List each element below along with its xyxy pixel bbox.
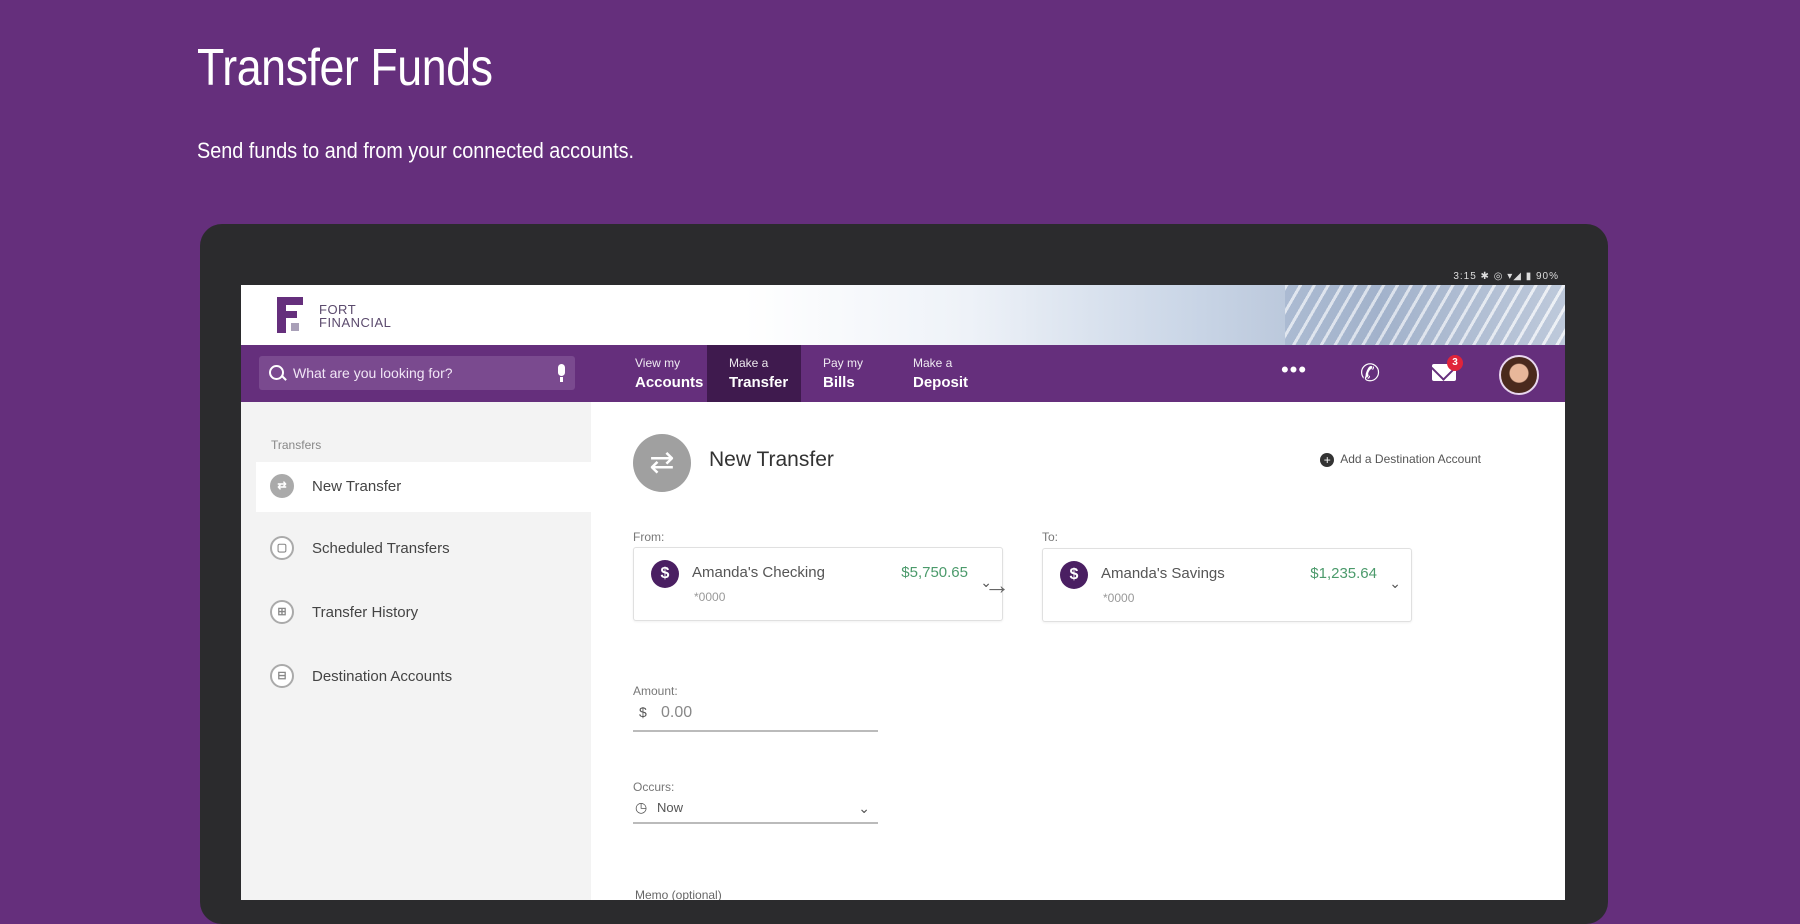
sidebar-item-new-transfer[interactable]: ⇄ New Transfer bbox=[256, 462, 591, 512]
amount-label: Amount: bbox=[633, 684, 678, 698]
from-account-balance: $5,750.65 bbox=[901, 564, 968, 581]
nav-deposit-label: Deposit bbox=[913, 374, 969, 391]
occurs-select[interactable]: ◷ Now ⌄ bbox=[633, 796, 878, 824]
sidebar-item-scheduled-transfers[interactable]: ▢ Scheduled Transfers bbox=[256, 524, 591, 574]
clock-icon: ◷ bbox=[635, 799, 648, 815]
to-account-number: *0000 bbox=[1103, 591, 1135, 605]
from-label: From: bbox=[633, 530, 665, 544]
occurs-label: Occurs: bbox=[633, 780, 675, 794]
search-icon bbox=[269, 365, 284, 380]
search-input[interactable]: What are you looking for? bbox=[293, 365, 453, 381]
sidebar-item-label: Transfer History bbox=[312, 604, 419, 621]
nav-transfer-small: Make a bbox=[729, 356, 769, 370]
main-nav: What are you looking for? View my Accoun… bbox=[241, 345, 1565, 402]
add-destination-account-link[interactable]: + Add a Destination Account bbox=[1320, 452, 1481, 467]
history-icon: ⊞ bbox=[270, 600, 294, 624]
nav-bills-small: Pay my bbox=[823, 356, 864, 370]
arrow-right-icon: → bbox=[984, 570, 1010, 600]
add-destination-label: Add a Destination Account bbox=[1340, 452, 1481, 466]
phone-icon[interactable]: ✆ bbox=[1345, 345, 1395, 402]
status-text: 3:15 ✱ ◎ ▾◢ ▮ 90% bbox=[1453, 271, 1559, 282]
hero-subtitle: Send funds to and from your connected ac… bbox=[197, 138, 634, 163]
mail-badge: 3 bbox=[1447, 355, 1463, 371]
calendar-icon: ▢ bbox=[270, 536, 294, 560]
amount-field[interactable]: $ 0.00 bbox=[633, 700, 878, 732]
page-title: New Transfer bbox=[709, 448, 834, 471]
sidebar-item-destination-accounts[interactable]: ⊟ Destination Accounts bbox=[256, 652, 591, 702]
mail-button[interactable]: 3 bbox=[1419, 345, 1469, 402]
device-status-bar: 3:15 ✱ ◎ ▾◢ ▮ 90% bbox=[241, 268, 1565, 285]
nav-deposit[interactable]: Make a Deposit bbox=[891, 345, 981, 402]
amount-input[interactable]: 0.00 bbox=[661, 704, 692, 722]
plus-circle-icon: + bbox=[1320, 452, 1335, 467]
chevron-down-icon: ⌄ bbox=[1389, 575, 1401, 591]
app-screen: 3:15 ✱ ◎ ▾◢ ▮ 90% FORT FINANCIAL What ar… bbox=[241, 268, 1565, 900]
dollar-icon: $ bbox=[1060, 561, 1088, 589]
sidebar-item-label: Destination Accounts bbox=[312, 668, 453, 685]
transfer-icon: ⇄ bbox=[270, 474, 294, 498]
nav-bills[interactable]: Pay my Bills bbox=[801, 345, 891, 402]
to-account-balance: $1,235.64 bbox=[1310, 565, 1377, 582]
sidebar-item-label: New Transfer bbox=[312, 478, 402, 495]
nav-accounts[interactable]: View my Accounts bbox=[613, 345, 703, 402]
from-account-select[interactable]: $ Amanda's Checking *0000 $5,750.65 ⌄ bbox=[633, 547, 1003, 621]
main-panel: ⇄ New Transfer + Add a Destination Accoun… bbox=[591, 402, 1565, 900]
to-account-select[interactable]: $ Amanda's Savings *0000 $1,235.64 ⌄ bbox=[1042, 548, 1412, 622]
logo-text: FORT FINANCIAL bbox=[319, 303, 391, 329]
chevron-down-icon: ⌄ bbox=[858, 800, 870, 816]
sidebar-item-transfer-history[interactable]: ⊞ Transfer History bbox=[256, 588, 591, 638]
avatar[interactable] bbox=[1499, 355, 1539, 395]
transfer-icon: ⇄ bbox=[633, 434, 691, 492]
memo-label[interactable]: Memo (optional) bbox=[635, 888, 722, 900]
fort-financial-logo-icon[interactable] bbox=[277, 297, 307, 333]
building-image bbox=[1285, 285, 1565, 345]
from-account-name: Amanda's Checking bbox=[692, 564, 825, 581]
nav-deposit-small: Make a bbox=[913, 356, 953, 370]
nav-accounts-label: Accounts bbox=[635, 374, 704, 391]
dollar-icon: $ bbox=[651, 560, 679, 588]
to-label: To: bbox=[1042, 530, 1059, 544]
currency-symbol: $ bbox=[639, 704, 647, 720]
nav-transfer-label: Transfer bbox=[729, 374, 789, 391]
hero-title: Transfer Funds bbox=[197, 39, 493, 97]
nav-accounts-small: View my bbox=[635, 356, 681, 370]
occurs-value: Now bbox=[657, 800, 684, 815]
microphone-icon[interactable] bbox=[558, 364, 565, 382]
logo-line-2: FINANCIAL bbox=[319, 315, 392, 330]
from-account-number: *0000 bbox=[694, 590, 726, 604]
accounts-icon: ⊟ bbox=[270, 664, 294, 688]
search-bar[interactable]: What are you looking for? bbox=[259, 356, 575, 390]
sidebar: Transfers ⇄ New Transfer ▢ Scheduled Tra… bbox=[241, 402, 591, 900]
to-account-name: Amanda's Savings bbox=[1101, 565, 1225, 582]
nav-bills-label: Bills bbox=[823, 374, 855, 391]
sidebar-item-label: Scheduled Transfers bbox=[312, 540, 450, 557]
nav-transfer[interactable]: Make a Transfer bbox=[707, 345, 801, 402]
brand-header: FORT FINANCIAL bbox=[241, 285, 1565, 345]
sidebar-heading: Transfers bbox=[271, 438, 322, 452]
more-options-icon[interactable]: ••• bbox=[1269, 345, 1319, 402]
